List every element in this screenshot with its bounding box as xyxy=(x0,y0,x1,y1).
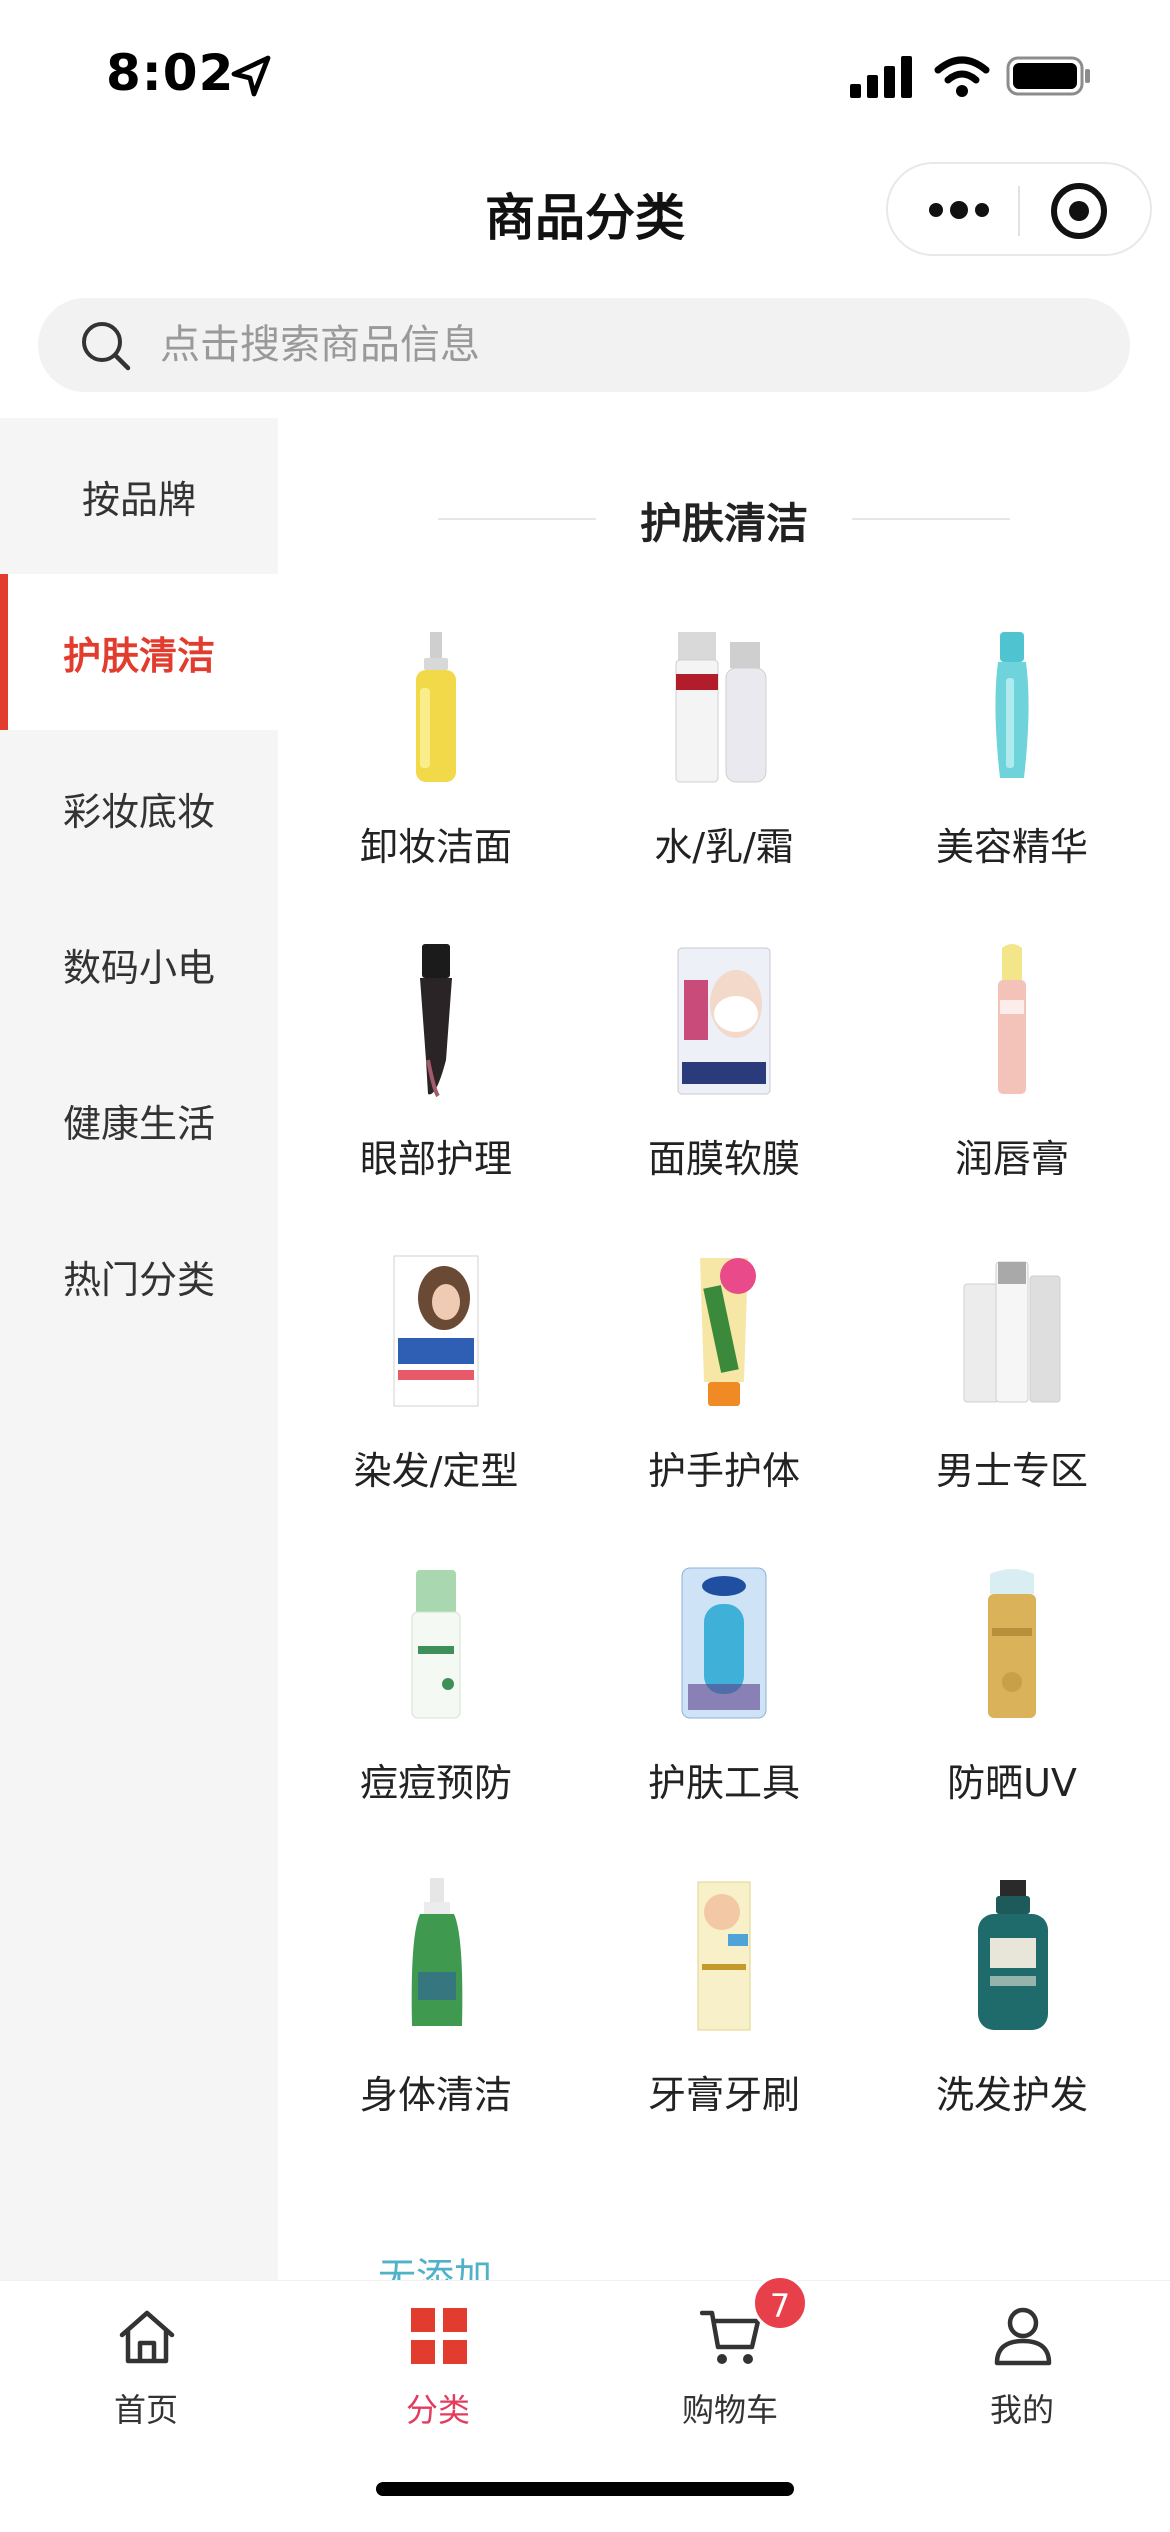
subcategory-label: 牙膏牙刷 xyxy=(647,2073,800,2117)
capsule-divider xyxy=(1018,186,1020,236)
skincare-tool-icon xyxy=(681,1567,767,1719)
sidebar-item-brand[interactable]: 按品牌 xyxy=(0,418,278,574)
shampoo-bottle-icon xyxy=(978,1880,1048,2030)
tab-profile[interactable]: 我的 xyxy=(876,2305,1168,2445)
sunscreen-bottle-icon xyxy=(988,1569,1036,1718)
sidebar-item-label: 热门分类 xyxy=(62,1257,215,1302)
section-title: 护肤清洁 xyxy=(639,499,808,548)
category-grid-icon xyxy=(411,2308,467,2364)
subcategory-item[interactable]: 防晒UV xyxy=(874,1564,1150,1876)
mini-program-capsule xyxy=(886,162,1152,256)
mens-skincare-icon xyxy=(963,1261,1061,1403)
subcategory-label: 染发/定型 xyxy=(353,1449,519,1493)
subcategory-item[interactable]: 卸妆洁面 xyxy=(298,628,574,940)
subcategory-label: 护手护体 xyxy=(647,1449,800,1493)
subcategory-label: 水/乳/霜 xyxy=(654,825,794,869)
face-mask-pack-icon xyxy=(677,947,771,1095)
more-icon[interactable] xyxy=(924,190,994,230)
subcategory-label: 美容精华 xyxy=(935,825,1088,869)
category-content: 护肤清洁 卸妆洁面 水/乳/霜 美容精华 眼部护理 面膜软膜 润唇膏 染发/定型… xyxy=(278,418,1170,2280)
acne-care-bottle-icon xyxy=(411,1570,461,1719)
next-section-title: 无添加 xyxy=(378,2255,493,2280)
subcategory-item[interactable]: 护肤工具 xyxy=(586,1564,862,1876)
tab-cart[interactable]: 7 购物车 xyxy=(584,2275,876,2445)
subcategory-label: 痘痘预防 xyxy=(359,1761,512,1805)
cleansing-oil-bottle-icon xyxy=(416,632,456,782)
subcategory-item[interactable]: 男士专区 xyxy=(874,1252,1150,1564)
location-arrow-icon xyxy=(231,55,271,97)
subcategory-label: 卸妆洁面 xyxy=(359,825,512,869)
sidebar-item-label: 彩妆底妆 xyxy=(62,789,215,834)
subcategory-item[interactable]: 身体清洁 xyxy=(298,1876,574,2188)
category-sidebar: 按品牌 护肤清洁 彩妆底妆 数码小电 健康生活 热门分类 xyxy=(0,418,278,2280)
close-miniprogram-icon[interactable] xyxy=(1048,180,1110,242)
status-time: 8:02 xyxy=(106,44,235,102)
battery-icon xyxy=(1006,56,1090,96)
search-input[interactable] xyxy=(160,310,1060,380)
sidebar-item-health[interactable]: 健康生活 xyxy=(0,1042,278,1198)
cart-count-badge: 7 xyxy=(752,2275,808,2331)
subcategory-item[interactable]: 润唇膏 xyxy=(874,940,1150,1252)
home-indicator xyxy=(376,2482,794,2496)
sidebar-item-skincare[interactable]: 护肤清洁 xyxy=(0,574,278,730)
cart-icon xyxy=(700,2310,761,2364)
profile-icon xyxy=(994,2307,1052,2366)
subcategory-label: 防晒UV xyxy=(947,1761,1077,1805)
tab-home[interactable]: 首页 xyxy=(0,2305,292,2445)
status-bar: 8:02 xyxy=(0,0,1170,140)
tab-label: 购物车 xyxy=(681,2391,778,2429)
search-icon xyxy=(82,322,131,371)
subcategory-item[interactable]: 美容精华 xyxy=(874,628,1150,940)
subcategory-label: 男士专区 xyxy=(935,1449,1088,1493)
subcategory-item[interactable]: 面膜软膜 xyxy=(586,940,862,1252)
subcategory-item[interactable]: 水/乳/霜 xyxy=(586,628,862,940)
cellular-signal-icon xyxy=(850,56,912,98)
lotion-bottles-icon xyxy=(675,632,767,783)
subcategory-label: 眼部护理 xyxy=(359,1137,512,1181)
subcategory-label: 润唇膏 xyxy=(954,1137,1069,1181)
tab-label: 我的 xyxy=(989,2391,1054,2429)
eye-cream-tube-icon xyxy=(420,944,452,1098)
category-screen: 8:02 商品分类 点击搜索商品信息 按品牌 护肤清洁 彩妆底妆 数码小电 健康… xyxy=(0,0,1170,2532)
subcategory-item[interactable]: 护手护体 xyxy=(586,1252,862,1564)
hand-cream-tube-icon xyxy=(700,1258,756,1406)
sidebar-item-hot[interactable]: 热门分类 xyxy=(0,1198,278,1354)
section-divider-right xyxy=(852,518,1010,520)
subcategory-label: 洗发护发 xyxy=(935,2073,1088,2117)
tab-label: 分类 xyxy=(405,2391,470,2429)
serum-bottle-icon xyxy=(995,632,1029,778)
sidebar-item-makeup[interactable]: 彩妆底妆 xyxy=(0,730,278,886)
search-bar[interactable] xyxy=(38,298,1130,392)
subcategory-item[interactable]: 染发/定型 xyxy=(298,1252,574,1564)
toothpaste-box-icon xyxy=(697,1881,751,2031)
sidebar-item-electronics[interactable]: 数码小电 xyxy=(0,886,278,1042)
tab-label: 首页 xyxy=(113,2391,178,2429)
wifi-icon xyxy=(934,56,990,97)
home-icon xyxy=(119,2310,175,2364)
sidebar-item-label: 护肤清洁 xyxy=(62,633,215,678)
sidebar-item-label: 数码小电 xyxy=(62,945,215,990)
subcategory-item[interactable]: 痘痘预防 xyxy=(298,1564,574,1876)
lip-balm-icon xyxy=(998,944,1026,1094)
subcategory-item[interactable]: 牙膏牙刷 xyxy=(586,1876,862,2188)
tab-category[interactable]: 分类 xyxy=(292,2305,584,2445)
subcategory-item[interactable]: 眼部护理 xyxy=(298,940,574,1252)
navigation-bar: 商品分类 xyxy=(0,140,1170,280)
sidebar-item-label: 按品牌 xyxy=(81,477,196,522)
body-wash-bottle-icon xyxy=(411,1878,463,2026)
subcategory-label: 护肤工具 xyxy=(647,1761,800,1805)
subcategory-label: 身体清洁 xyxy=(359,2073,512,2117)
hair-dye-box-icon xyxy=(393,1255,479,1407)
subcategory-item[interactable]: 洗发护发 xyxy=(874,1876,1150,2188)
sidebar-item-label: 健康生活 xyxy=(62,1101,215,1146)
subcategory-label: 面膜软膜 xyxy=(647,1137,800,1181)
